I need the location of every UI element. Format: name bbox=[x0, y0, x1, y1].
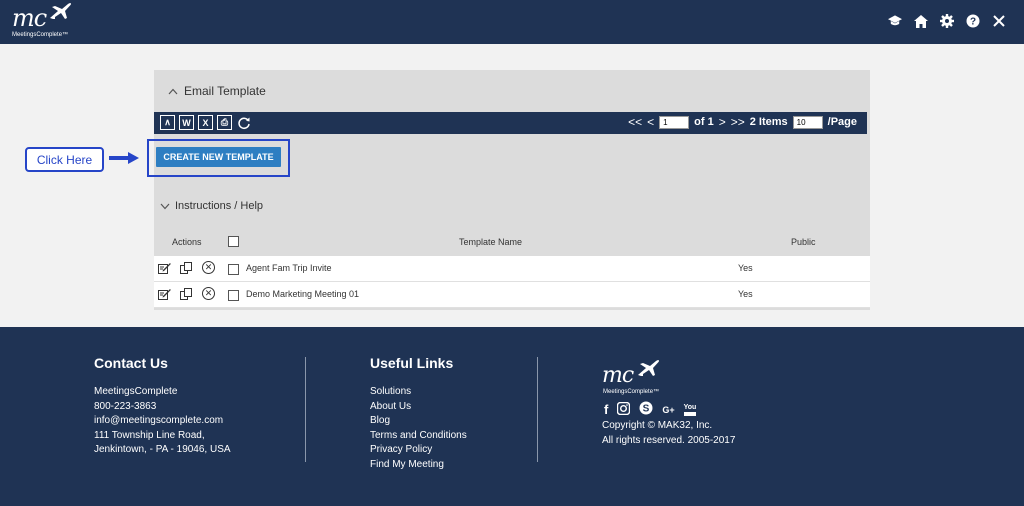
row-checkbox[interactable] bbox=[228, 288, 239, 306]
footer-logo-text: mc bbox=[602, 363, 634, 388]
page-number-input[interactable]: 1 bbox=[659, 115, 690, 129]
footer-link-terms[interactable]: Terms and Conditions bbox=[370, 429, 467, 444]
graduation-cap-icon[interactable] bbox=[888, 13, 902, 29]
arrow-right-icon bbox=[109, 152, 139, 164]
pdf-export-icon[interactable]: ∧ bbox=[160, 115, 175, 130]
print-icon[interactable]: ⎙ bbox=[217, 115, 232, 130]
mc-logo[interactable]: mc MeetingsComplete™ bbox=[10, 2, 80, 42]
footer-link-solutions[interactable]: Solutions bbox=[370, 385, 467, 400]
facebook-icon[interactable]: f bbox=[604, 402, 608, 417]
chevron-down-icon bbox=[160, 203, 170, 209]
svg-text:?: ? bbox=[970, 17, 976, 28]
next-page-icon[interactable]: > bbox=[719, 115, 726, 129]
select-all-checkbox[interactable] bbox=[228, 236, 239, 249]
footer-divider bbox=[305, 357, 306, 462]
contact-phone: 800-223-3863 bbox=[94, 400, 157, 412]
table-row: ✕ Demo Marketing Meeting 01 Yes bbox=[154, 282, 870, 308]
first-page-icon[interactable]: << bbox=[628, 115, 642, 129]
template-name: Demo Marketing Meeting 01 bbox=[246, 289, 360, 299]
google-plus-icon[interactable]: G+ bbox=[662, 405, 674, 415]
excel-export-icon[interactable]: X bbox=[198, 115, 213, 130]
logo-subtext: MeetingsComplete™ bbox=[12, 32, 69, 38]
copyright-line: Copyright © MAK32, Inc. bbox=[602, 420, 713, 431]
word-export-icon[interactable]: W bbox=[179, 115, 194, 130]
template-name: Agent Fam Trip Invite bbox=[246, 263, 332, 273]
copyright-line: All rights reserved. 2005-2017 bbox=[602, 434, 736, 446]
home-icon[interactable] bbox=[914, 13, 928, 29]
public-header[interactable]: Public bbox=[791, 237, 816, 247]
footer-link-find-meeting[interactable]: Find My Meeting bbox=[370, 458, 467, 473]
public-value: Yes bbox=[738, 289, 753, 299]
create-new-template-button[interactable]: CREATE NEW TEMPLATE bbox=[156, 147, 281, 167]
footer: Contact Us MeetingsComplete 800-223-3863… bbox=[0, 327, 1024, 506]
footer-link-about-us[interactable]: About Us bbox=[370, 400, 467, 415]
contact-email[interactable]: info@meetingscomplete.com bbox=[94, 414, 231, 429]
email-template-section-header[interactable]: Email Template bbox=[168, 84, 266, 98]
refresh-icon[interactable] bbox=[236, 115, 251, 130]
export-buttons: ∧ W X ⎙ bbox=[160, 115, 251, 130]
footer-link-privacy[interactable]: Privacy Policy bbox=[370, 443, 467, 458]
grid-toolbar: ∧ W X ⎙ << < 1 of 1 > >> 2 Items 10 /Pag… bbox=[154, 112, 867, 134]
copyright: Copyright © MAK32, Inc. All rights reser… bbox=[602, 419, 735, 448]
instagram-icon[interactable] bbox=[617, 401, 631, 418]
logo-text: mc bbox=[12, 4, 47, 32]
useful-links-title: Useful Links bbox=[370, 355, 454, 371]
svg-text:S: S bbox=[643, 404, 650, 415]
public-value: Yes bbox=[738, 263, 753, 273]
delete-icon[interactable]: ✕ bbox=[202, 261, 215, 274]
email-template-panel: Email Template ∧ W X ⎙ << < 1 of 1 > >> … bbox=[147, 70, 870, 310]
top-header: mc MeetingsComplete™ ? bbox=[0, 0, 1024, 44]
close-icon[interactable] bbox=[992, 13, 1006, 29]
page-count-label: of 1 bbox=[694, 116, 714, 128]
pagination: << < 1 of 1 > >> 2 Items 10 /Page bbox=[628, 115, 857, 129]
gear-icon[interactable] bbox=[940, 13, 954, 29]
contact-address-line: 111 Township Line Road, bbox=[94, 429, 205, 441]
last-page-icon[interactable]: >> bbox=[731, 115, 745, 129]
footer-link-blog[interactable]: Blog bbox=[370, 414, 467, 429]
contact-line: MeetingsComplete bbox=[94, 386, 178, 397]
section-title: Email Template bbox=[184, 84, 266, 98]
instructions-help-toggle[interactable]: Instructions / Help bbox=[160, 200, 263, 212]
footer-divider bbox=[537, 357, 538, 462]
table-header: Actions Template Name Public bbox=[154, 232, 870, 254]
social-icons: f S G+ You bbox=[604, 401, 697, 418]
row-checkbox[interactable] bbox=[228, 262, 239, 280]
delete-icon[interactable]: ✕ bbox=[202, 287, 215, 300]
prev-page-icon[interactable]: < bbox=[647, 115, 654, 129]
chevron-up-icon bbox=[168, 88, 178, 94]
useful-links-column: Useful Links Solutions About Us Blog Ter… bbox=[370, 355, 467, 472]
contact-address-line: Jenkintown, - PA - 19046, USA bbox=[94, 444, 231, 455]
header-icons: ? bbox=[888, 13, 1006, 29]
per-page-label: /Page bbox=[827, 116, 857, 128]
copy-icon[interactable] bbox=[180, 262, 192, 277]
youtube-icon[interactable]: You bbox=[683, 404, 697, 416]
help-icon[interactable]: ? bbox=[966, 13, 980, 29]
click-here-callout: Click Here bbox=[25, 147, 104, 172]
template-name-header[interactable]: Template Name bbox=[459, 237, 522, 247]
items-count-label: 2 Items bbox=[749, 116, 788, 128]
plane-icon bbox=[50, 3, 72, 19]
edit-icon[interactable] bbox=[158, 262, 171, 277]
plane-icon bbox=[638, 360, 660, 376]
footer-logo: mc MeetingsComplete™ bbox=[602, 360, 682, 397]
table-row: ✕ Agent Fam Trip Invite Yes bbox=[154, 256, 870, 282]
footer-logo-subtext: MeetingsComplete™ bbox=[603, 389, 660, 395]
per-page-input[interactable]: 10 bbox=[792, 115, 823, 129]
actions-header: Actions bbox=[172, 237, 202, 247]
copy-icon[interactable] bbox=[180, 288, 192, 303]
contact-us-title: Contact Us bbox=[94, 355, 168, 371]
edit-icon[interactable] bbox=[158, 288, 171, 303]
skype-icon[interactable]: S bbox=[639, 401, 653, 418]
instructions-label: Instructions / Help bbox=[175, 200, 264, 212]
contact-us-column: Contact Us MeetingsComplete 800-223-3863… bbox=[94, 355, 231, 458]
